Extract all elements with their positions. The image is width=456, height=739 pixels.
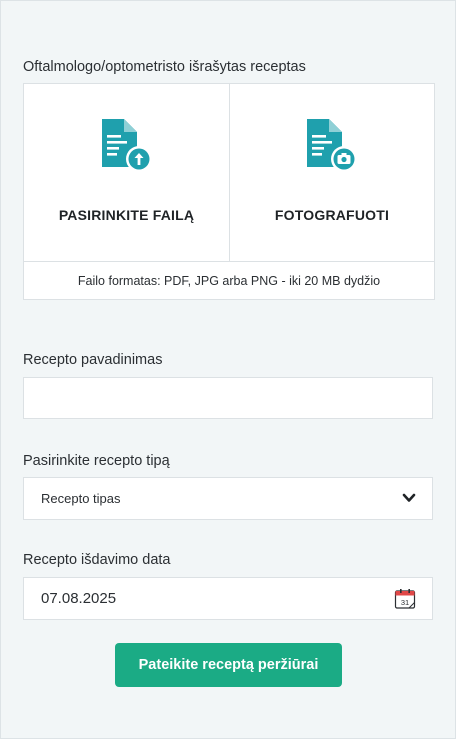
prescription-type-value: Recepto tipas <box>41 491 121 506</box>
chevron-down-icon <box>402 493 416 502</box>
submit-prescription-button[interactable]: Pateikite receptą peržiūrai <box>115 643 342 687</box>
choose-file-button[interactable]: PASIRINKITE FAILĄ <box>24 84 230 261</box>
prescription-section-label: Oftalmologo/optometristo išrašytas recep… <box>23 59 306 75</box>
prescription-name-label: Recepto pavadinimas <box>23 352 163 368</box>
issue-date-label: Recepto išdavimo data <box>23 552 171 568</box>
calendar-icon[interactable]: 31 <box>394 588 416 610</box>
issue-date-input[interactable]: 07.08.2025 31 <box>23 577 433 620</box>
issue-date-value: 07.08.2025 <box>41 590 117 607</box>
upload-box: PASIRINKITE FAILĄ FOTOGRAFUOTI Failo for… <box>23 83 435 300</box>
take-photo-button[interactable]: FOTOGRAFUOTI <box>230 84 434 261</box>
prescription-form-panel: Oftalmologo/optometristo išrašytas recep… <box>0 0 456 739</box>
calendar-day: 31 <box>401 598 409 607</box>
document-camera-icon <box>307 119 357 172</box>
take-photo-label: FOTOGRAFUOTI <box>274 207 390 223</box>
choose-file-label: PASIRINKITE FAILĄ <box>58 207 195 223</box>
prescription-type-select[interactable]: Recepto tipas <box>23 477 433 520</box>
prescription-name-input[interactable] <box>23 377 433 419</box>
prescription-type-label: Pasirinkite recepto tipą <box>23 453 170 469</box>
document-upload-icon <box>101 119 152 172</box>
file-format-note: Failo formatas: PDF, JPG arba PNG - iki … <box>24 261 434 299</box>
